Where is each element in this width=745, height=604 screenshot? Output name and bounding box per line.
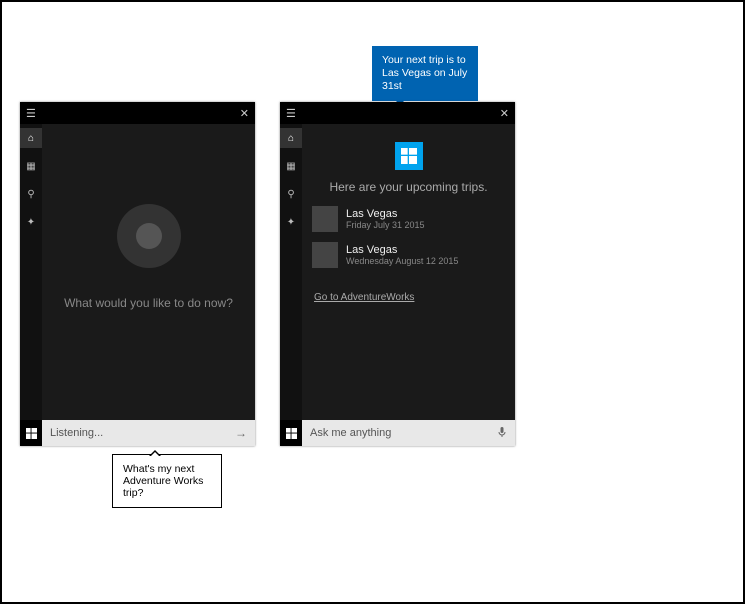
trip-thumb-icon <box>312 206 338 232</box>
reminders-icon[interactable]: ✦ <box>20 212 42 232</box>
start-button[interactable] <box>280 420 302 446</box>
cortana-panel-results: ☰ ✕ ⌂ ▦ ⚲ ✦ Here are your upcoming trips… <box>280 102 515 446</box>
titlebar: ☰ ✕ <box>20 102 255 124</box>
search-input[interactable]: Listening... → <box>42 420 255 446</box>
cortana-orb-icon <box>117 204 181 268</box>
notebook-icon[interactable]: ▦ <box>280 156 302 176</box>
trip-item[interactable]: Las Vegas Friday July 31 2015 <box>312 206 505 232</box>
trip-item[interactable]: Las Vegas Wednesday August 12 2015 <box>312 242 505 268</box>
trip-date: Wednesday August 12 2015 <box>346 256 458 266</box>
hamburger-icon[interactable]: ☰ <box>286 107 296 120</box>
results-heading: Here are your upcoming trips. <box>302 180 515 194</box>
app-deep-link[interactable]: Go to AdventureWorks <box>314 292 414 303</box>
send-arrow-icon[interactable]: → <box>235 426 247 440</box>
close-icon[interactable]: ✕ <box>500 107 509 120</box>
cortana-speech-tooltip: Your next trip is to Las Vegas on July 3… <box>372 46 478 101</box>
search-input[interactable]: Ask me anything <box>302 420 515 446</box>
cortana-panel-listening: ☰ ✕ ⌂ ▦ ⚲ ✦ What would you like to do no… <box>20 102 255 446</box>
mic-icon[interactable] <box>497 426 507 441</box>
home-icon[interactable]: ⌂ <box>20 128 42 148</box>
trip-date: Friday July 31 2015 <box>346 220 425 230</box>
app-tile-icon <box>395 142 423 170</box>
notebook-icon[interactable]: ▦ <box>20 156 42 176</box>
home-icon[interactable]: ⌂ <box>280 128 302 148</box>
places-icon[interactable]: ⚲ <box>280 184 302 204</box>
titlebar: ☰ ✕ <box>280 102 515 124</box>
sidebar: ⌂ ▦ ⚲ ✦ <box>20 124 42 420</box>
sidebar: ⌂ ▦ ⚲ ✦ <box>280 124 302 420</box>
content-area: What would you like to do now? <box>42 124 255 420</box>
user-speech-bubble: What's my next Adventure Works trip? <box>112 454 222 508</box>
close-icon[interactable]: ✕ <box>240 107 249 120</box>
search-input-text: Listening... <box>50 427 235 439</box>
windows-logo-icon <box>26 428 37 439</box>
search-input-placeholder: Ask me anything <box>310 427 497 439</box>
tooltip-text: Your next trip is to Las Vegas on July 3… <box>382 54 467 92</box>
start-button[interactable] <box>20 420 42 446</box>
prompt-text: What would you like to do now? <box>42 296 255 310</box>
reminders-icon[interactable]: ✦ <box>280 212 302 232</box>
trip-list: Las Vegas Friday July 31 2015 Las Vegas … <box>312 206 505 278</box>
hamburger-icon[interactable]: ☰ <box>26 107 36 120</box>
trip-thumb-icon <box>312 242 338 268</box>
speech-text: What's my next Adventure Works trip? <box>123 463 203 499</box>
content-area: Here are your upcoming trips. Las Vegas … <box>302 124 515 420</box>
places-icon[interactable]: ⚲ <box>20 184 42 204</box>
trip-destination: Las Vegas <box>346 244 458 256</box>
windows-logo-icon <box>286 428 297 439</box>
trip-destination: Las Vegas <box>346 208 425 220</box>
